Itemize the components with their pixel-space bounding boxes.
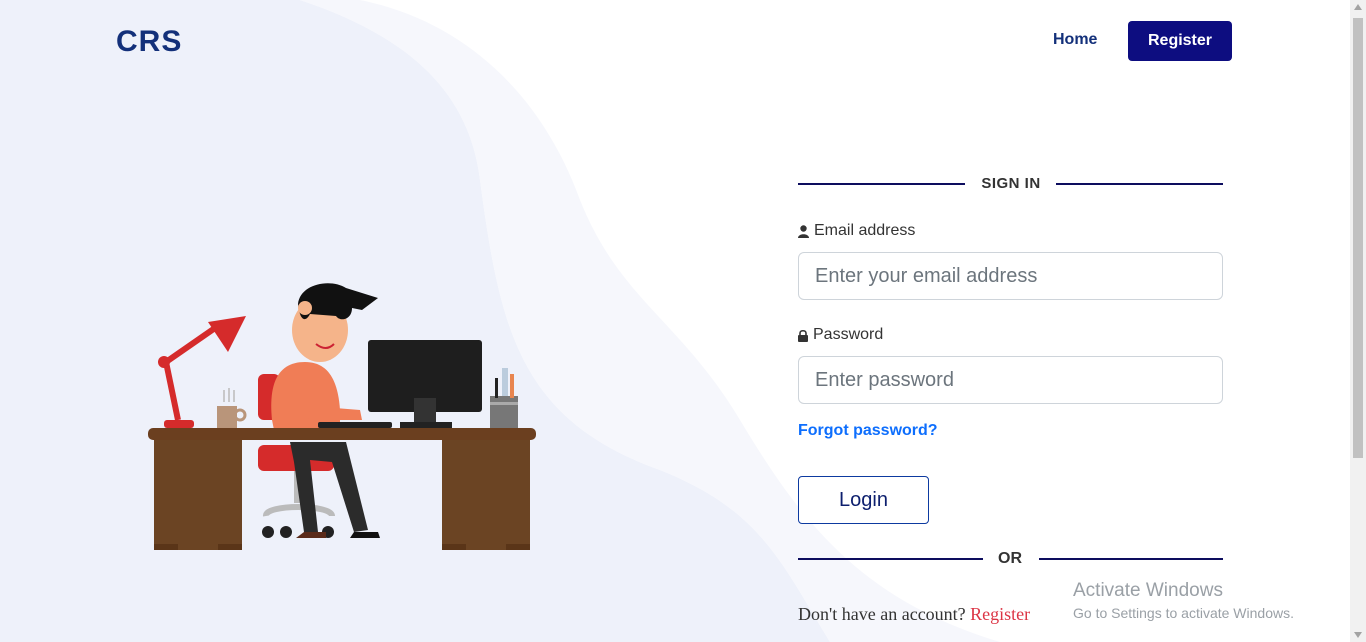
register-link[interactable]: Register [970, 604, 1030, 624]
password-label: Password [798, 326, 883, 344]
scrollbar-thumb[interactable] [1353, 18, 1363, 458]
signup-prompt: Don't have an account? Register [798, 604, 1030, 625]
no-account-text: Don't have an account? [798, 604, 966, 624]
watermark-line2: Go to Settings to activate Windows. [1073, 605, 1294, 621]
windows-activation-watermark: Activate Windows Go to Settings to activ… [1073, 580, 1294, 621]
lock-icon [798, 329, 808, 342]
email-placeholder: Enter your email address [815, 264, 1038, 287]
password-placeholder: Enter password [815, 368, 954, 391]
scroll-down-icon[interactable] [1354, 632, 1362, 638]
password-input[interactable]: Enter password [798, 356, 1223, 404]
or-line-left [798, 558, 983, 560]
password-label-text: Password [813, 326, 884, 343]
vertical-scrollbar[interactable] [1350, 0, 1366, 642]
signin-divider [798, 172, 1223, 196]
nav-home-link[interactable]: Home [1053, 31, 1097, 49]
login-button[interactable]: Login [798, 476, 929, 524]
or-separator: OR [998, 550, 1022, 567]
mug-graphic [217, 388, 247, 428]
email-label-text: Email address [814, 222, 916, 239]
scroll-up-icon[interactable] [1354, 4, 1362, 10]
brand-logo[interactable]: CRS [116, 25, 182, 59]
monitor-graphic [368, 340, 482, 428]
or-line-right [1039, 558, 1223, 560]
divider-line-left [798, 183, 965, 185]
email-input[interactable]: Enter your email address [798, 252, 1223, 300]
watermark-line1: Activate Windows [1073, 580, 1223, 601]
nav-register-button[interactable]: Register [1128, 21, 1232, 61]
forgot-password-link[interactable]: Forgot password? [798, 422, 938, 440]
email-label: Email address [798, 222, 915, 240]
pencil-cup-graphic [490, 368, 518, 428]
divider-line-right [1056, 183, 1223, 185]
desk-illustration [148, 283, 536, 550]
user-icon [798, 224, 809, 238]
